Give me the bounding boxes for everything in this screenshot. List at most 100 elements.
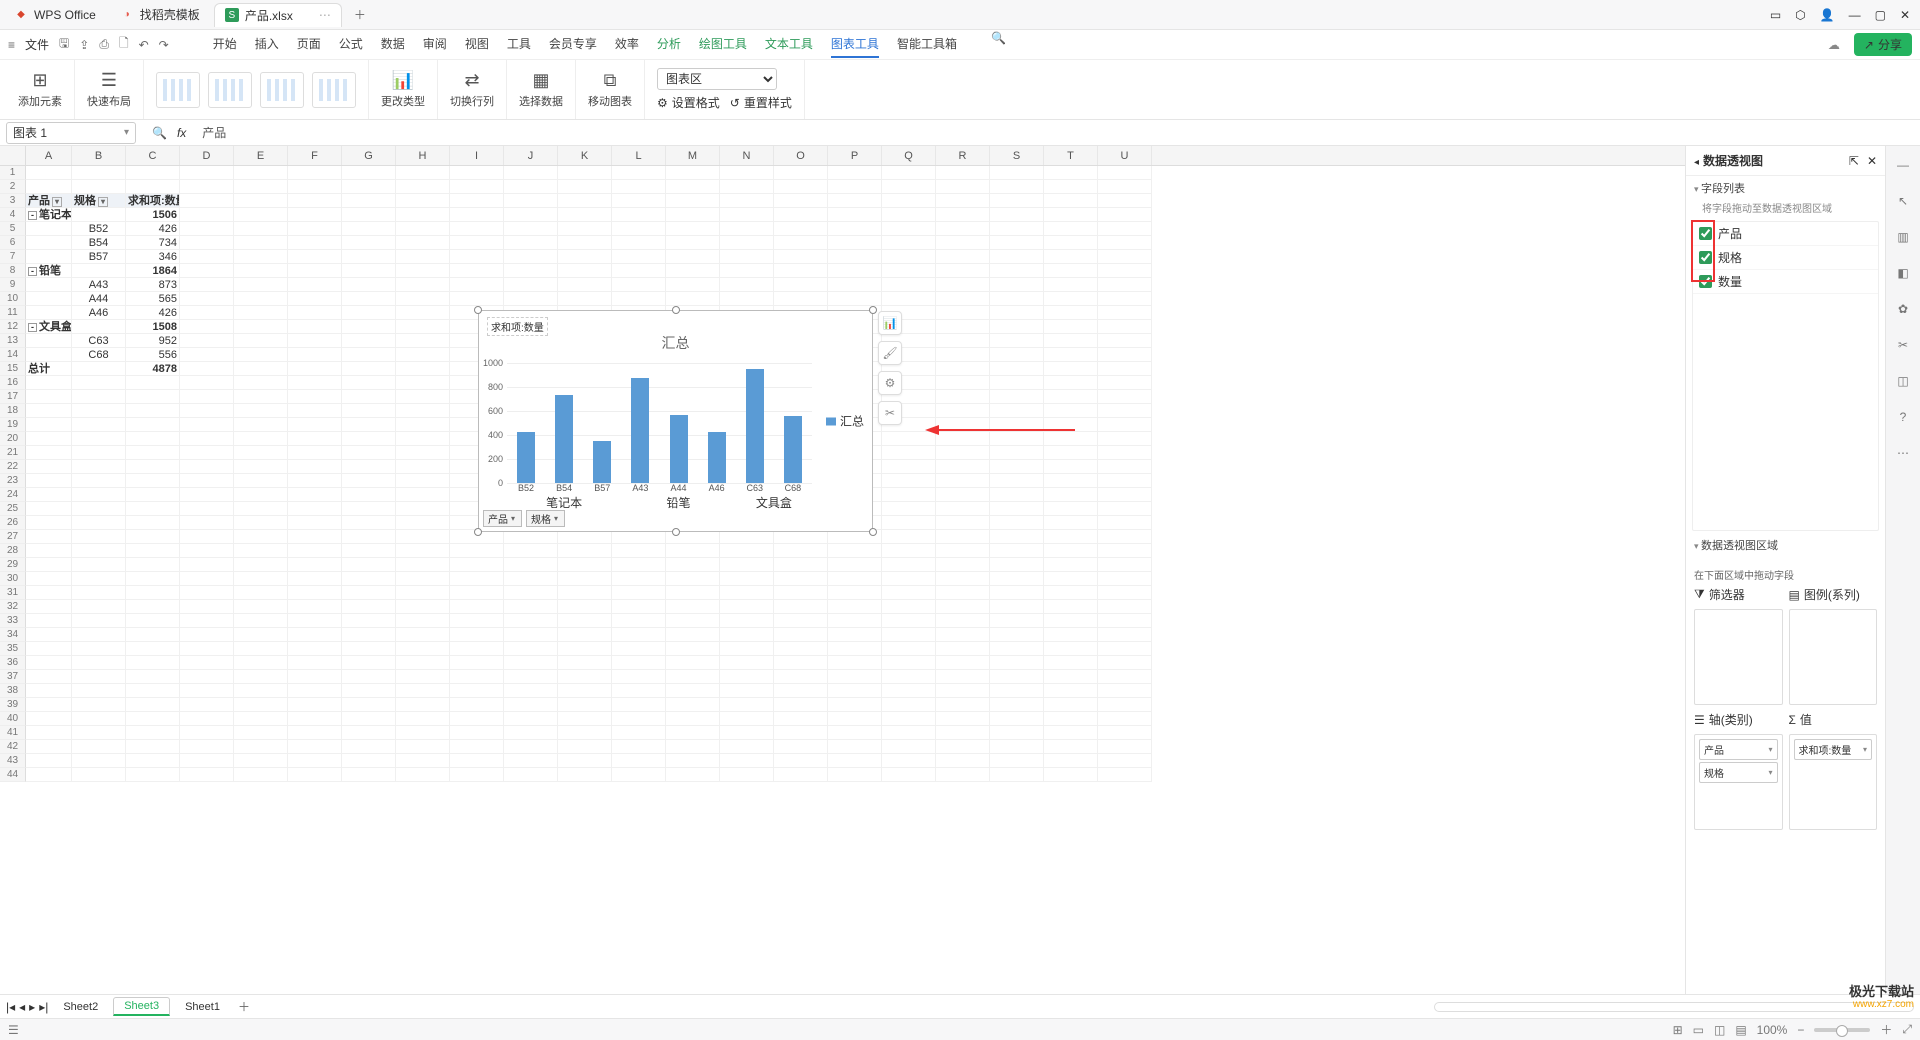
cell[interactable]: 1508 (126, 320, 180, 334)
cell[interactable] (72, 726, 126, 740)
cell[interactable] (180, 586, 234, 600)
cell[interactable] (26, 166, 72, 180)
col-header[interactable]: A (26, 146, 72, 165)
cell[interactable] (990, 460, 1044, 474)
cell[interactable] (666, 544, 720, 558)
resize-handle[interactable] (869, 528, 877, 536)
filter-drop-area[interactable] (1694, 609, 1783, 705)
cell[interactable] (396, 264, 450, 278)
cell[interactable]: 总计 (26, 362, 72, 376)
cell[interactable] (1044, 222, 1098, 236)
cell[interactable] (720, 264, 774, 278)
legend-drop-area[interactable] (1789, 609, 1878, 705)
cell[interactable] (828, 768, 882, 782)
tab-analyze[interactable]: 分析 (657, 31, 681, 58)
cell[interactable] (612, 530, 666, 544)
export-icon[interactable]: ⇪ (79, 38, 89, 52)
cell[interactable] (612, 222, 666, 236)
cell[interactable] (342, 432, 396, 446)
cell[interactable] (396, 572, 450, 586)
cell[interactable] (396, 474, 450, 488)
cell[interactable] (450, 166, 504, 180)
cell[interactable] (936, 488, 990, 502)
cell[interactable] (26, 292, 72, 306)
cell[interactable] (828, 726, 882, 740)
cell[interactable] (882, 516, 936, 530)
cell[interactable] (396, 446, 450, 460)
cell[interactable] (26, 446, 72, 460)
cell[interactable] (1098, 404, 1152, 418)
cell[interactable] (1098, 460, 1152, 474)
cell[interactable] (936, 166, 990, 180)
cell[interactable] (72, 628, 126, 642)
cell[interactable] (720, 572, 774, 586)
cell[interactable] (882, 222, 936, 236)
cell[interactable] (288, 222, 342, 236)
cell[interactable] (1098, 250, 1152, 264)
cell[interactable]: B54 (72, 236, 126, 250)
cell[interactable] (26, 726, 72, 740)
row-header[interactable]: 15 (0, 362, 26, 376)
cell[interactable] (180, 446, 234, 460)
cell[interactable] (936, 446, 990, 460)
cell[interactable] (504, 278, 558, 292)
cell[interactable] (1098, 236, 1152, 250)
col-header[interactable]: O (774, 146, 828, 165)
cell[interactable] (126, 516, 180, 530)
cell[interactable] (234, 502, 288, 516)
cell[interactable] (342, 614, 396, 628)
row-header[interactable]: 4 (0, 208, 26, 222)
cell[interactable] (774, 180, 828, 194)
cell[interactable] (666, 684, 720, 698)
cell[interactable] (720, 222, 774, 236)
cell[interactable] (26, 712, 72, 726)
cell[interactable] (828, 194, 882, 208)
cell[interactable] (774, 726, 828, 740)
cell[interactable] (288, 558, 342, 572)
cell[interactable] (180, 278, 234, 292)
cell[interactable] (504, 754, 558, 768)
cell[interactable] (450, 586, 504, 600)
cell[interactable] (126, 698, 180, 712)
cell[interactable] (450, 754, 504, 768)
horizontal-scrollbar[interactable] (1434, 1002, 1914, 1012)
cell[interactable] (234, 642, 288, 656)
cell[interactable] (612, 572, 666, 586)
tab-text-tools[interactable]: 文本工具 (765, 31, 813, 58)
cell[interactable] (504, 698, 558, 712)
cell[interactable] (72, 460, 126, 474)
cell[interactable] (342, 656, 396, 670)
field-checkbox[interactable] (1699, 275, 1712, 288)
cell[interactable] (774, 544, 828, 558)
cell[interactable] (1098, 488, 1152, 502)
cell[interactable] (612, 586, 666, 600)
cell[interactable] (936, 586, 990, 600)
cell[interactable] (396, 628, 450, 642)
cell[interactable] (288, 670, 342, 684)
cell[interactable] (450, 684, 504, 698)
rail-more-icon[interactable]: ⋯ (1892, 442, 1914, 464)
cell[interactable] (612, 544, 666, 558)
cell[interactable] (936, 432, 990, 446)
cell[interactable] (990, 642, 1044, 656)
cell[interactable] (828, 754, 882, 768)
cell[interactable] (234, 390, 288, 404)
status-mode-icon[interactable]: ☰ (8, 1023, 19, 1037)
row-header[interactable]: 42 (0, 740, 26, 754)
row-header[interactable]: 40 (0, 712, 26, 726)
row-header[interactable]: 44 (0, 768, 26, 782)
cell[interactable] (72, 432, 126, 446)
cell[interactable] (882, 544, 936, 558)
cell[interactable] (504, 208, 558, 222)
cell[interactable] (180, 432, 234, 446)
cell[interactable] (1098, 544, 1152, 558)
menu-icon[interactable]: ≡ (8, 38, 15, 52)
cell[interactable] (666, 614, 720, 628)
cell[interactable] (26, 614, 72, 628)
cell[interactable] (720, 194, 774, 208)
cell[interactable] (396, 586, 450, 600)
cell[interactable] (126, 460, 180, 474)
cell[interactable] (342, 740, 396, 754)
cell[interactable] (990, 740, 1044, 754)
cell[interactable] (396, 670, 450, 684)
